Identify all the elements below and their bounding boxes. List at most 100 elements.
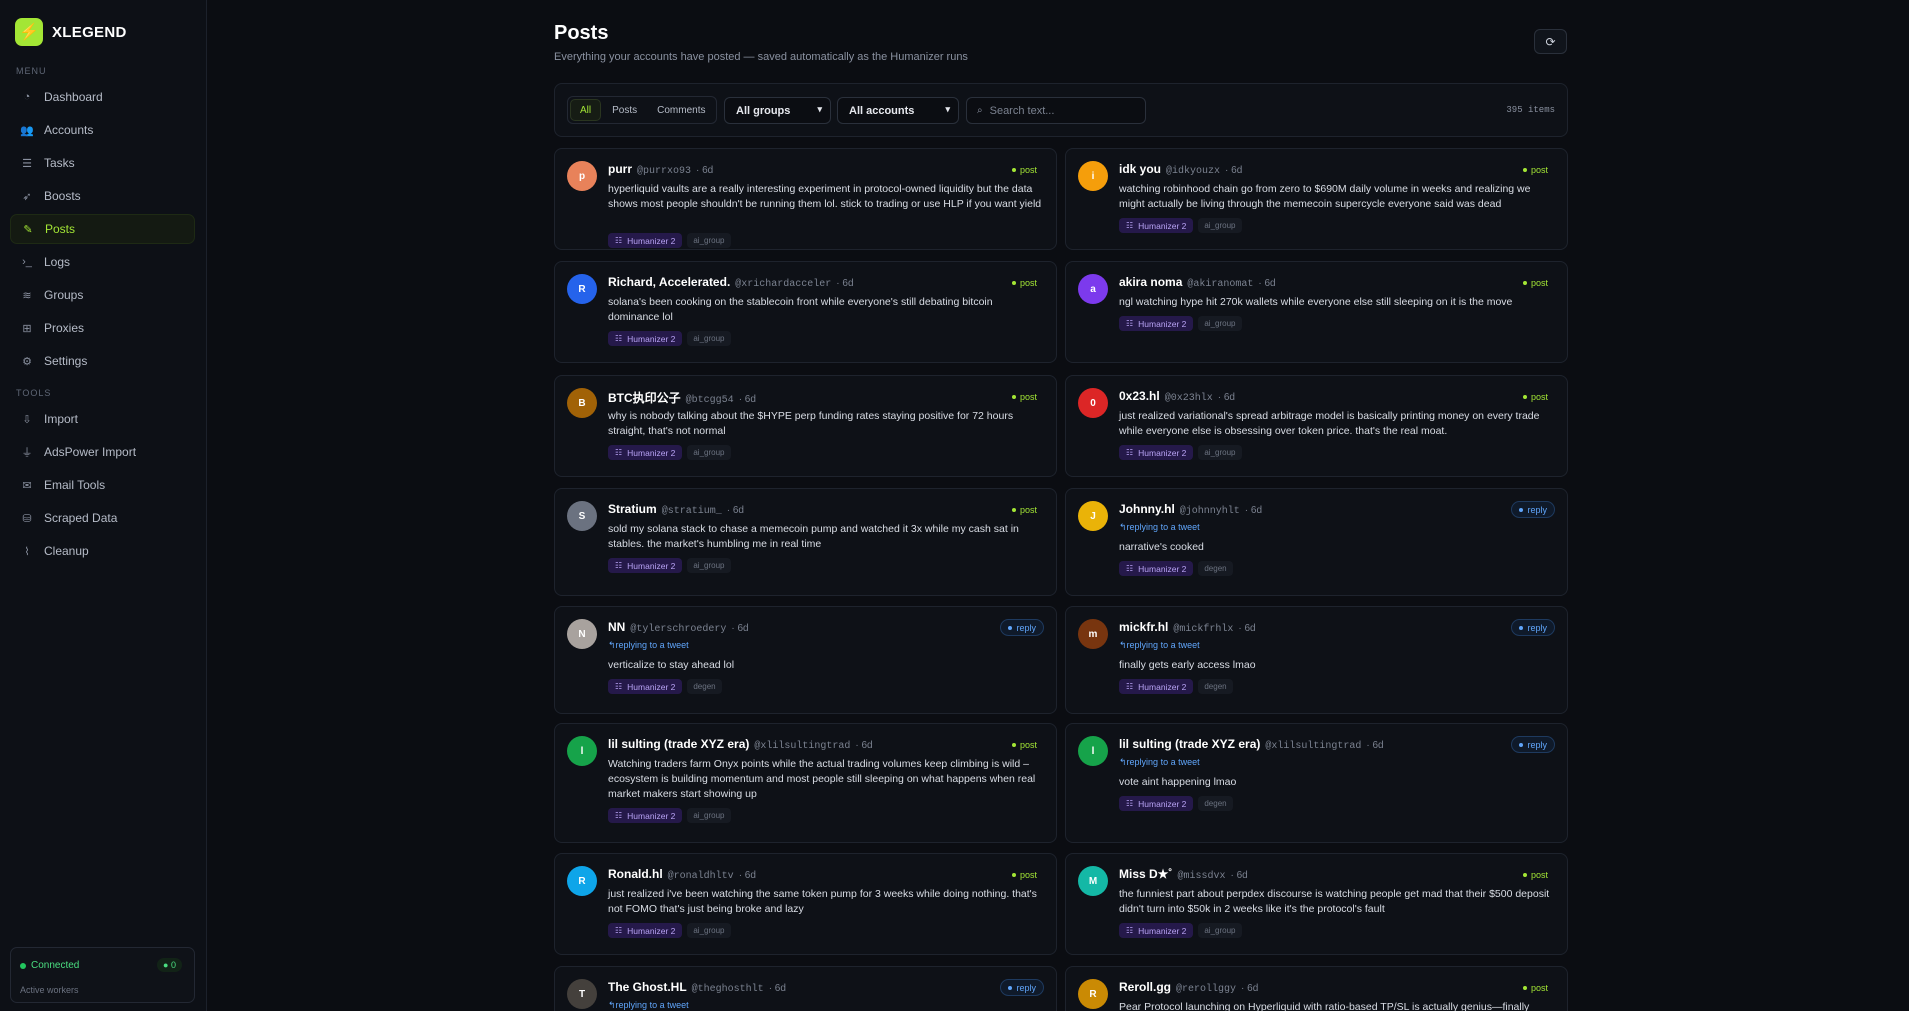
- sidebar-item-accounts[interactable]: 👥 Accounts: [10, 115, 195, 145]
- replying-link[interactable]: ↰replying to a tweet: [608, 640, 689, 651]
- terminal-icon: ›_: [22, 256, 32, 268]
- group-tag-label: Humanizer 2: [1138, 681, 1187, 692]
- refresh-button[interactable]: ⟳: [1534, 29, 1567, 54]
- sidebar-item-scraped-data[interactable]: ⛁ Scraped Data: [10, 503, 195, 533]
- author-name[interactable]: lil sulting (trade XYZ era): [1119, 737, 1260, 751]
- replying-link[interactable]: ↰replying to a tweet: [608, 1000, 689, 1011]
- post-text: Watching traders farm Onyx points while …: [608, 758, 1036, 800]
- post-tags: ☷ Humanizer 2 ai_group: [1119, 316, 1242, 331]
- post-header: lil sulting (trade XYZ era) @xlilsulting…: [608, 737, 873, 752]
- post-card[interactable]: M Miss D★˚ @missdvx · 6d post the funnie…: [1065, 853, 1568, 955]
- post-card[interactable]: a akira noma @akiranomat · 6d post ngl w…: [1065, 261, 1568, 363]
- avatar[interactable]: N: [567, 619, 597, 649]
- author-name[interactable]: akira noma: [1119, 275, 1182, 289]
- sidebar-item-dashboard[interactable]: ◔ Dashboard: [10, 82, 195, 112]
- post-card[interactable]: l lil sulting (trade XYZ era) @xlilsulti…: [554, 723, 1057, 843]
- avatar[interactable]: R: [567, 274, 597, 304]
- author-name[interactable]: 0x23.hl: [1119, 389, 1160, 403]
- group-select[interactable]: All groups ▾: [724, 97, 831, 124]
- author-name[interactable]: Ronald.hl: [608, 867, 663, 881]
- post-time-value: 6d: [1372, 740, 1384, 751]
- post-card[interactable]: R Ronald.hl @ronaldhltv · 6d post just r…: [554, 853, 1057, 955]
- post-card[interactable]: p purr @purrxo93 · 6d post hyperliquid v…: [554, 148, 1057, 250]
- sidebar-item-boosts[interactable]: ➶ Boosts: [10, 181, 195, 211]
- post-card[interactable]: 0 0x23.hl @0x23hlx · 6d post just realiz…: [1065, 375, 1568, 477]
- post-type-badge: post: [1005, 161, 1044, 178]
- avatar[interactable]: l: [1078, 736, 1108, 766]
- avatar[interactable]: m: [1078, 619, 1108, 649]
- avatar[interactable]: S: [567, 501, 597, 531]
- post-time: · 6d: [738, 394, 756, 405]
- author-name[interactable]: Miss D★˚: [1119, 867, 1172, 881]
- post-tags: ☷ Humanizer 2 ai_group: [1119, 923, 1242, 938]
- avatar[interactable]: l: [567, 736, 597, 766]
- sidebar-item-tasks[interactable]: ☰ Tasks: [10, 148, 195, 178]
- author-name[interactable]: purr: [608, 162, 632, 176]
- post-tags: ☷ Humanizer 2 ai_group: [608, 558, 731, 573]
- author-name[interactable]: Richard, Accelerated.: [608, 275, 730, 289]
- sidebar-item-posts[interactable]: ✎ Posts: [10, 214, 195, 244]
- avatar[interactable]: a: [1078, 274, 1108, 304]
- author-name[interactable]: Stratium: [608, 502, 657, 516]
- post-card[interactable]: T The Ghost.HL @theghosthlt · 6d reply ↰…: [554, 966, 1057, 1011]
- sidebar-item-label: Accounts: [44, 123, 94, 137]
- tab-all[interactable]: All: [570, 99, 602, 121]
- avatar[interactable]: 0: [1078, 388, 1108, 418]
- post-type-label: reply: [1527, 504, 1547, 515]
- post-type-label: reply: [1527, 739, 1547, 750]
- avatar[interactable]: T: [567, 979, 597, 1009]
- search-input[interactable]: [989, 104, 1130, 117]
- sidebar-item-label: Tasks: [44, 156, 75, 170]
- sidebar-item-label: Groups: [44, 288, 84, 302]
- sidebar-item-adspower-import[interactable]: ⏚ AdsPower Import: [10, 437, 195, 467]
- account-group-tag: ai_group: [687, 445, 731, 460]
- post-card[interactable]: R Reroll.gg @rerollggy · 6d post Pear Pr…: [1065, 966, 1568, 1011]
- author-name[interactable]: mickfr.hl: [1119, 620, 1168, 634]
- avatar[interactable]: i: [1078, 161, 1108, 191]
- sidebar-item-groups[interactable]: ≋ Groups: [10, 280, 195, 310]
- sidebar-item-cleanup[interactable]: ⌇ Cleanup: [10, 536, 195, 566]
- post-card[interactable]: B BTC执印公子 @btcgg54 · 6d post why is nobo…: [554, 375, 1057, 477]
- post-card[interactable]: S Stratium @stratium_ · 6d post sold my …: [554, 488, 1057, 596]
- author-name[interactable]: BTC执印公子: [608, 389, 681, 406]
- post-card[interactable]: R Richard, Accelerated. @xrichardacceler…: [554, 261, 1057, 363]
- avatar[interactable]: M: [1078, 866, 1108, 896]
- account-group-tag: ai_group: [1198, 923, 1242, 938]
- sidebar-item-import[interactable]: ⇩ Import: [10, 404, 195, 434]
- post-card[interactable]: m mickfr.hl @mickfrhlx · 6d reply ↰reply…: [1065, 606, 1568, 714]
- replying-link[interactable]: ↰replying to a tweet: [1119, 757, 1200, 768]
- post-tags: ☷ Humanizer 2 ai_group: [608, 233, 731, 248]
- sidebar-item-logs[interactable]: ›_ Logs: [10, 247, 195, 277]
- post-card[interactable]: l lil sulting (trade XYZ era) @xlilsulti…: [1065, 723, 1568, 843]
- replying-link[interactable]: ↰replying to a tweet: [1119, 640, 1200, 651]
- mail-icon: ✉: [22, 479, 32, 492]
- post-time-value: 6d: [861, 740, 873, 751]
- post-header: 0x23.hl @0x23hlx · 6d: [1119, 389, 1235, 404]
- avatar[interactable]: B: [567, 388, 597, 418]
- post-card[interactable]: N NN @tylerschroedery · 6d reply ↰replyi…: [554, 606, 1057, 714]
- author-name[interactable]: The Ghost.HL: [608, 980, 687, 994]
- replying-link[interactable]: ↰replying to a tweet: [1119, 522, 1200, 533]
- avatar[interactable]: R: [567, 866, 597, 896]
- tab-comments[interactable]: Comments: [648, 99, 714, 121]
- sidebar-item-settings[interactable]: ⚙ Settings: [10, 346, 195, 376]
- humanizer-group-tag: ☷ Humanizer 2: [608, 679, 683, 694]
- post-type-badge: post: [1005, 388, 1044, 405]
- status-label: Connected: [31, 960, 80, 971]
- post-card[interactable]: J Johnny.hl @johnnyhlt · 6d reply ↰reply…: [1065, 488, 1568, 596]
- avatar[interactable]: p: [567, 161, 597, 191]
- tab-posts[interactable]: Posts: [603, 99, 646, 121]
- avatar[interactable]: J: [1078, 501, 1108, 531]
- sidebar-item-proxies[interactable]: ⊞ Proxies: [10, 313, 195, 343]
- author-name[interactable]: Reroll.gg: [1119, 980, 1171, 994]
- post-card[interactable]: i idk you @idkyouzx · 6d post watching r…: [1065, 148, 1568, 250]
- author-name[interactable]: idk you: [1119, 162, 1161, 176]
- account-group-tag: ai_group: [687, 233, 731, 248]
- brand[interactable]: ⚡ XLEGEND: [15, 18, 127, 46]
- author-name[interactable]: Johnny.hl: [1119, 502, 1175, 516]
- author-name[interactable]: NN: [608, 620, 625, 634]
- avatar[interactable]: R: [1078, 979, 1108, 1009]
- author-name[interactable]: lil sulting (trade XYZ era): [608, 737, 749, 751]
- account-select[interactable]: All accounts ▾: [837, 97, 959, 124]
- sidebar-item-email-tools[interactable]: ✉ Email Tools: [10, 470, 195, 500]
